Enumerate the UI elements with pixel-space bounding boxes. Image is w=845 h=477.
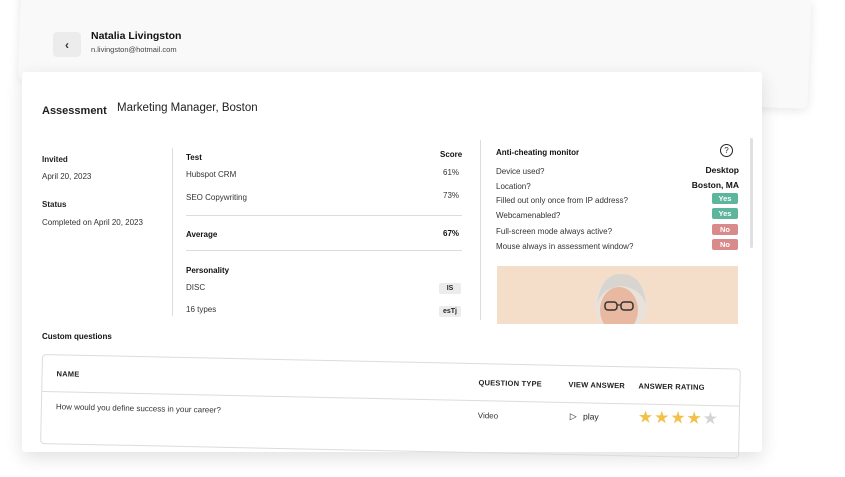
anti-cheating-title: Anti-cheating monitor [496,148,580,157]
candidate-name: Natalia Livingston [91,30,182,42]
divider [186,250,462,251]
star-filled-icon[interactable]: ★ [670,408,687,427]
personality-name: DISC [186,283,206,292]
webcam-snapshot[interactable] [497,266,738,324]
assessment-label: Assessment [42,105,107,117]
column-header-view-answer: VIEW ANSWER [568,380,626,391]
custom-questions-title: Custom questions [42,332,112,341]
score-column-header: Score [440,150,463,159]
monitor-label: Mouse always in assessment window? [496,242,634,251]
status-label: Status [42,200,67,209]
column-header-answer-rating: ANSWER RATING [638,381,705,392]
monitor-label: Full-screen mode always active? [496,227,613,236]
average-label: Average [186,230,218,239]
test-column-header: Test [186,153,202,162]
star-filled-icon[interactable]: ★ [654,408,671,427]
test-name: SEO Copywriting [186,193,247,202]
play-button[interactable]: ▷ play [570,411,599,423]
person-photo-icon [595,274,647,324]
candidate-email: n.livingston@hotmail.com [91,45,177,54]
play-label: play [583,411,599,422]
monitor-value: Boston, MA [691,180,739,190]
no-badge: No [712,239,738,250]
status-value: Completed on April 20, 2023 [42,218,143,227]
question-type: Video [477,411,499,421]
test-score: 61% [443,168,460,177]
assessment-role: Marketing Manager, Boston [117,102,258,114]
personality-badge: IS [439,283,461,294]
answer-rating[interactable]: ★★★★★ [638,407,720,429]
test-score: 73% [443,191,460,200]
divider [480,140,481,320]
monitor-label: Filled out only once from IP address? [496,196,628,205]
yes-badge: Yes [712,193,738,204]
star-empty-icon[interactable]: ★ [703,409,720,428]
column-header-question-type: QUESTION TYPE [478,378,543,389]
monitor-label: Location? [496,182,531,191]
back-button[interactable]: ‹ [53,32,81,57]
monitor-value: Desktop [705,165,739,175]
star-filled-icon[interactable]: ★ [686,409,703,428]
divider [172,148,173,316]
star-filled-icon[interactable]: ★ [638,407,655,426]
monitor-label: Webcamenabled? [496,211,561,220]
custom-questions-table: NAME QUESTION TYPE VIEW ANSWER ANSWER RA… [40,354,741,459]
no-badge: No [712,224,738,235]
invited-label: Invited [42,155,68,164]
column-header-name: NAME [56,369,80,379]
chevron-left-icon: ‹ [65,37,69,52]
personality-name: 16 types [186,305,217,314]
personality-badge: esTj [439,306,461,317]
help-icon[interactable]: ? [720,144,733,157]
divider [186,215,462,216]
personality-title: Personality [186,266,230,275]
scrollbar[interactable] [750,138,753,248]
question-name: How would you define success in your car… [55,402,221,415]
yes-badge: Yes [712,208,738,219]
test-name: Hubspot CRM [186,170,237,179]
play-icon: ▷ [569,411,577,422]
monitor-label: Device used? [496,167,545,176]
invited-value: April 20, 2023 [42,172,92,181]
average-value: 67% [443,229,460,238]
